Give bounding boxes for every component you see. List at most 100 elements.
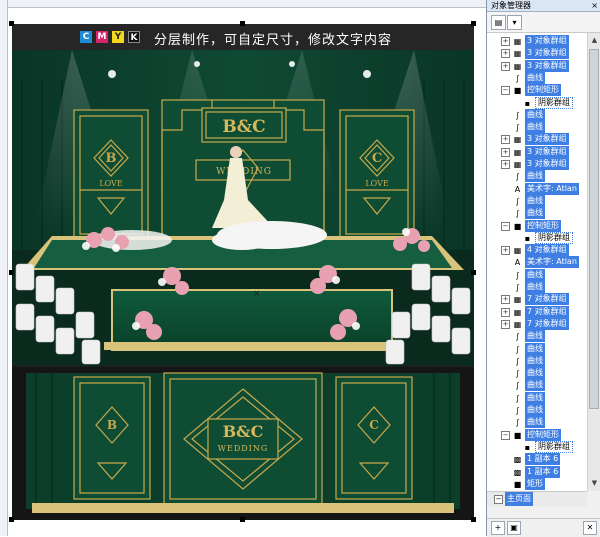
new-master-layer-icon[interactable]: ▣ [507,521,521,535]
tree-row[interactable]: − ■ 控制矩形 [487,219,587,233]
tree-row-label: 曲线 [525,121,545,134]
stage-3d-render[interactable]: B LOVE C LOVE B&C [12,50,474,366]
expand-icon[interactable]: + [501,307,510,317]
master-page-row[interactable]: − 主页面 [487,491,587,506]
selection-handle-bl[interactable] [9,517,14,522]
expand-icon[interactable]: + [501,319,510,329]
expand-icon[interactable]: + [501,147,510,157]
tree-row[interactable]: ∫ 曲线 [487,281,587,294]
drawing-canvas[interactable]: C M Y K 分层制作，可自定尺寸，修改文字内容 B LOVE C LOVE … [0,0,486,536]
tree-scrollbar[interactable]: ▲ ▼ [587,33,600,491]
expand-icon[interactable]: + [501,49,510,59]
tree-row[interactable]: ▪ 阴影群组 [487,231,587,245]
tree-row[interactable]: + ▦ 3 对象群组 [487,47,587,60]
tree-row[interactable]: ∫ 曲线 [487,330,587,343]
tree-row-label: 曲线 [525,404,545,416]
tree-row[interactable]: ∫ 曲线 [487,416,587,429]
selection-handle-br[interactable] [471,517,476,522]
backdrop-flat-design[interactable]: B B&C WEDDING C [12,367,474,520]
expand-icon[interactable]: + [501,295,510,305]
tree-row[interactable]: + ▦ 3 对象群组 [487,145,587,159]
tree-row[interactable]: ∫ 曲线 [487,367,587,380]
tree-row[interactable]: ∫ 曲线 [487,268,587,282]
tree-row[interactable]: ∫ 曲线 [487,354,587,368]
selection-handle-tr[interactable] [471,21,476,26]
tree-row[interactable]: + ▦ 7 对象群组 [487,305,587,319]
tree-row[interactable]: ∫ 曲线 [487,379,587,392]
tree-row-label: 阴影群组 [535,231,573,244]
tree-row[interactable]: ∫ 曲线 [487,391,587,405]
new-layer-icon[interactable]: + [491,521,505,535]
tree-row-label: 阴影群组 [535,96,573,109]
group-icon: ▦ [513,147,522,157]
tree-row[interactable]: ■ 矩形 [487,477,587,491]
tree-row[interactable]: ∫ 曲线 [487,71,587,85]
collapse-icon[interactable]: − [501,430,510,440]
cmyk-swatch-y: Y [112,31,124,43]
tree-row[interactable]: A 美术字: Atlan [487,256,587,269]
tree-row[interactable]: + ▦ 3 对象群组 [487,59,587,73]
delete-icon[interactable]: ✕ [583,521,597,535]
tree-row-label: 控制矩形 [525,219,561,232]
selection-handle-tl[interactable] [9,21,14,26]
tree-row-label: 美术字: Atlan [525,182,579,195]
expand-icon[interactable]: + [501,160,510,169]
curve-icon: ∫ [515,110,520,120]
text-icon: A [514,258,521,268]
tree-row[interactable]: ▩ 1 副本 6 [487,453,587,466]
left-panel-love: LOVE [99,179,123,188]
collapse-icon[interactable]: − [501,221,510,231]
expand-icon[interactable]: + [501,246,510,256]
tree-row[interactable]: ▩ 1 副本 6 [487,465,587,479]
object-tree[interactable]: + ▦ 3 对象群组 + ▦ 3 对象群组 + ▦ 3 对象群组 ∫ 曲线 − ■ 控制矩形 ▪ 阴影群组 ∫ 曲… [487,33,587,491]
tree-row[interactable]: A 美术字: Atlan [487,182,587,196]
tree-row[interactable]: ∫ 曲线 [487,108,587,122]
tree-row[interactable]: − ■ 控制矩形 [487,84,587,97]
tree-row[interactable]: ∫ 曲线 [487,121,587,134]
rect-icon: ■ [513,86,522,96]
document-page[interactable]: C M Y K 分层制作，可自定尺寸，修改文字内容 B LOVE C LOVE … [9,21,476,522]
tree-row[interactable]: + ▦ 3 对象群组 [487,35,587,48]
tree-row[interactable]: + ▦ 3 对象群组 [487,133,587,146]
curve-icon: ∫ [515,406,520,415]
bottom-left-panel [73,376,151,500]
tree-row[interactable]: + ▦ 7 对象群组 [487,317,587,331]
tree-row[interactable]: + ▦ 7 对象群组 [487,293,587,306]
tree-row[interactable]: ∫ 曲线 [487,207,587,220]
expand-icon[interactable]: + [501,61,510,71]
curve-icon: ∫ [515,418,520,428]
tree-row[interactable]: + ▦ 4 对象群组 [487,244,587,257]
scroll-down-icon[interactable]: ▼ [589,478,600,489]
tree-row[interactable]: ∫ 曲线 [487,170,587,183]
layers-icon[interactable]: ▤ [491,15,506,30]
tree-row-label: 3 对象群组 [525,133,569,146]
tree-row[interactable]: ▪ 阴影群组 [487,440,587,454]
tree-row[interactable]: + ▦ 3 对象群组 [487,158,587,171]
tree-row[interactable]: ▪ 阴影群组 [487,96,587,110]
expand-icon[interactable]: + [501,135,510,145]
shadow-icon: ▪ [524,98,531,108]
scroll-thumb[interactable] [589,49,599,409]
tree-row[interactable]: ∫ 曲线 [487,194,587,208]
expand-icon[interactable]: + [501,37,510,46]
bottom-right-panel [335,376,413,500]
close-icon[interactable]: × [587,0,598,11]
selection-handle-tc[interactable] [240,21,245,26]
tree-row[interactable]: ∫ 曲线 [487,342,587,356]
options-icon[interactable]: ▾ [507,15,522,30]
expand-icon[interactable]: − [494,495,503,504]
selection-handle-mr[interactable] [471,270,476,275]
vertical-ruler [0,0,8,536]
tree-row-label: 曲线 [525,342,545,355]
selection-handle-bc[interactable] [240,517,245,522]
tree-row[interactable]: ∫ 曲线 [487,404,587,417]
collapse-icon[interactable]: − [501,86,510,96]
scroll-up-icon[interactable]: ▲ [589,35,600,46]
group-icon: ▦ [513,49,522,59]
center-marker-icon[interactable]: × [253,290,261,299]
bottom-left-initial: B [107,418,117,432]
tree-row[interactable]: − ■ 控制矩形 [487,428,587,442]
curve-icon: ∫ [515,393,520,403]
right-panel-initial: C [372,151,382,166]
selection-handle-ml[interactable] [9,270,14,275]
